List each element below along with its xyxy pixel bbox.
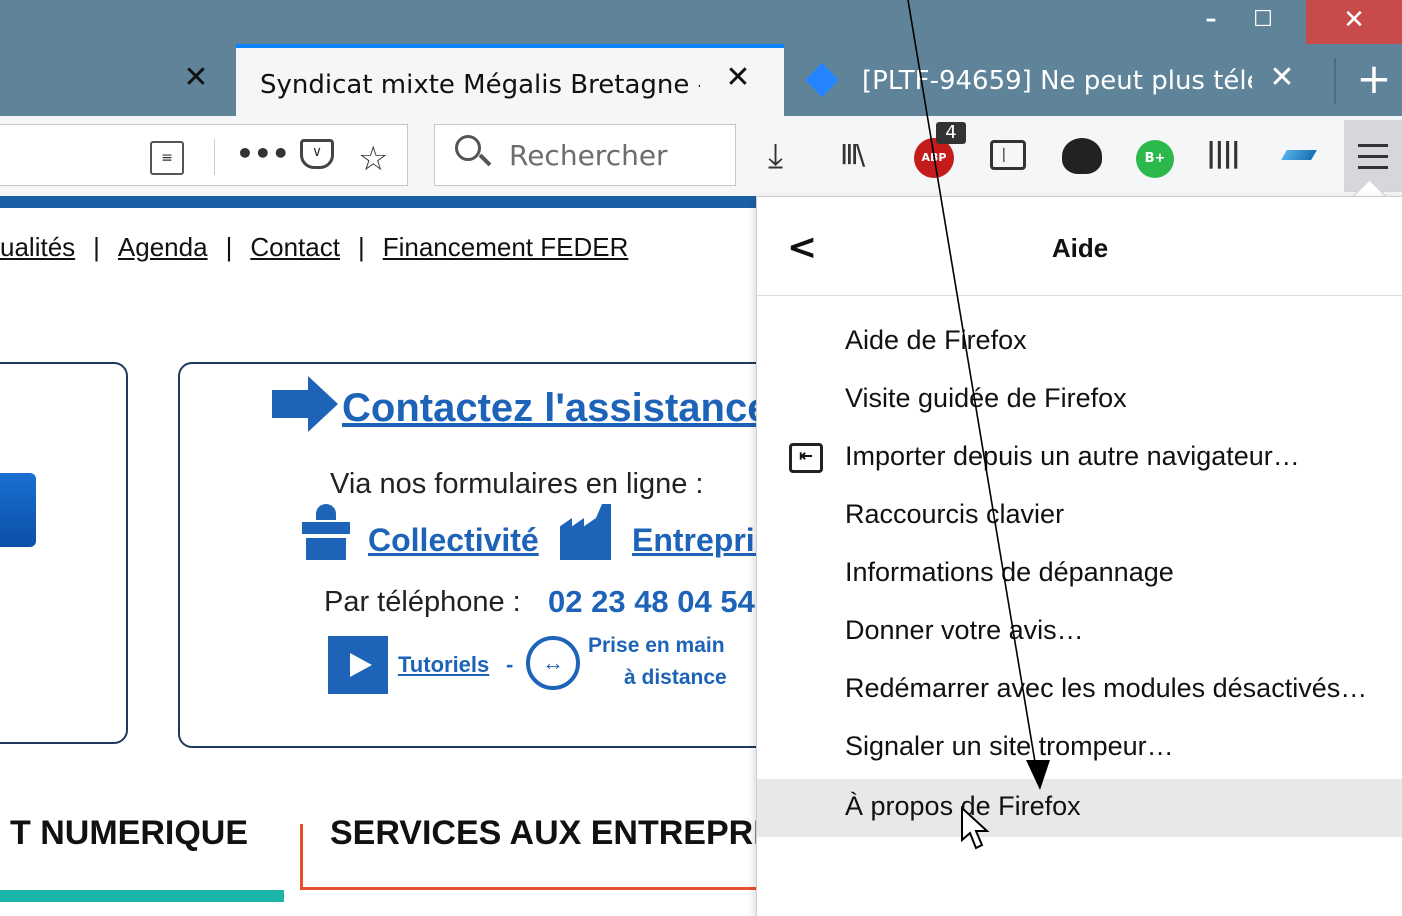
top-navigation: ualités | Agenda | Contact | Financement FEDER [0,232,628,263]
phone-number[interactable]: 02 23 48 04 54 [548,584,755,620]
panel-title: Aide [1051,233,1109,263]
maximize-button[interactable]: ☐ [1244,0,1282,44]
close-window-button[interactable]: ✕ [1306,0,1402,44]
nav-separator: | [357,232,365,262]
tutoriels-dash: - [506,652,514,677]
section-tab-numerique[interactable]: T NUMERIQUE [10,814,248,853]
barcode-extension-icon[interactable]: |||| [1206,136,1241,169]
assistance-box: Contactez l'assistance Via nos formulair… [178,362,798,748]
contact-assistance-link[interactable]: Contactez l'assistance [342,386,769,431]
menu-bar-line [1358,144,1388,147]
nav-separator: | [93,232,100,262]
tab-previous[interactable]: ✕ [0,44,236,116]
arrow-right-icon [272,376,338,432]
library-icon[interactable]: III\ [840,138,865,171]
tab-title: Syndicat mixte Mégalis Bretagne - M [260,70,700,100]
tab-close-icon[interactable]: ✕ [176,60,216,95]
new-tab-button[interactable]: + [1346,54,1402,108]
nav-toolbar: ≡ ••• ∨ ☆ Rechercher ⤓ III\ ABP 4 ▏ B+ |… [0,116,1402,196]
menu-item-report-site[interactable]: Signaler un site trompeur… [757,719,1402,777]
menu-item-label: Aide de Firefox [845,325,1027,355]
menu-item-label: Visite guidée de Firefox [845,383,1127,413]
menu-item-label: Signaler un site trompeur… [845,731,1174,761]
remote-support-link-line1[interactable]: Prise en main [588,634,725,658]
menu-item-guided-tour[interactable]: Visite guidée de Firefox [757,371,1402,429]
menu-bar-line [1358,155,1388,158]
tab-close-icon[interactable]: ✕ [1262,60,1302,95]
tab-megalis[interactable]: Syndicat mixte Mégalis Bretagne - M ✕ [236,44,784,116]
tab-strip: ✕ Syndicat mixte Mégalis Bretagne - M ✕ … [0,44,1402,116]
video-play-icon[interactable] [328,636,388,694]
hamburger-menu-button[interactable] [1344,120,1402,192]
menu-item-import[interactable]: ⇤ Importer depuis un autre navigateur… [757,429,1402,487]
nav-separator: | [225,232,233,262]
adblock-plus-icon[interactable]: ABP [914,138,954,178]
menu-item-label: Donner votre avis… [845,615,1084,645]
privacy-extension-icon[interactable] [1062,138,1102,174]
bookmark-star-icon[interactable]: ☆ [358,139,388,179]
tab-close-icon[interactable]: ✕ [718,60,758,95]
mouse-cursor-icon [961,806,990,850]
menu-item-keyboard-shortcuts[interactable]: Raccourcis clavier [757,487,1402,545]
pen-extension-icon[interactable] [1281,150,1317,160]
assist-via-text: Via nos formulaires en ligne : [330,468,704,500]
tab-jira[interactable]: [PLTF-94659] Ne peut plus télécharger ✕ [786,44,1334,116]
teamviewer-icon[interactable]: ↔ [526,636,580,690]
left-blue-button[interactable] [0,473,36,547]
section-underline-teal [0,890,284,902]
nav-link-feder[interactable]: Financement FEDER [383,232,629,262]
title-bar: – ☐ ✕ [0,0,1402,44]
jira-favicon-icon [805,63,839,97]
factory-icon [560,504,611,560]
reader-view-icon[interactable]: ≡ [150,141,184,175]
url-bar[interactable]: ≡ ••• ∨ ☆ [0,124,408,186]
tab-separator [1334,58,1336,104]
menu-item-label: Raccourcis clavier [845,499,1065,529]
menu-bar-line [1358,166,1388,169]
menu-item-feedback[interactable]: Donner votre avis… [757,603,1402,661]
city-hall-icon [302,504,350,560]
remote-support-link-line2[interactable]: à distance [624,666,727,690]
menu-item-label: Importer depuis un autre navigateur… [845,441,1300,471]
page-actions-icon[interactable]: ••• [236,137,290,170]
search-bar[interactable]: Rechercher [434,124,736,186]
nav-link-contact[interactable]: Contact [250,232,340,262]
search-placeholder: Rechercher [509,139,668,172]
nav-link-actualites[interactable]: ualités [0,232,75,262]
panel-divider [757,295,1402,296]
adblock-count-badge: 4 [936,122,966,144]
menu-item-about-firefox[interactable]: À propos de Firefox [757,779,1402,837]
menu-item-restart-no-addons[interactable]: Redémarrer avec les modules désactivés… [757,661,1402,719]
menu-item-label: Redémarrer avec les modules désactivés… [845,673,1368,703]
pocket-icon[interactable]: ∨ [300,139,334,169]
menu-item-firefox-help[interactable]: Aide de Firefox [757,313,1402,371]
help-menu-panel: < Aide Aide de Firefox Visite guidée de … [756,196,1402,916]
menu-item-troubleshooting[interactable]: Informations de dépannage [757,545,1402,603]
collectivite-link[interactable]: Collectivité [368,522,539,559]
import-icon: ⇤ [789,443,823,473]
sidebar-toggle-icon[interactable]: ▏ [990,140,1026,170]
extension-b-plus-icon[interactable]: B+ [1136,140,1174,178]
left-info-box [0,362,128,744]
minimize-button[interactable]: – [1192,0,1230,44]
url-divider [214,139,215,175]
downloads-icon[interactable]: ⤓ [768,136,783,176]
phone-label: Par téléphone : [324,586,521,618]
nav-link-agenda[interactable]: Agenda [118,232,208,262]
tab-title: [PLTF-94659] Ne peut plus télécharger [862,66,1252,96]
search-icon [455,135,481,161]
menu-item-label: Informations de dépannage [845,557,1174,587]
tutoriels-link[interactable]: Tutoriels [398,652,489,678]
